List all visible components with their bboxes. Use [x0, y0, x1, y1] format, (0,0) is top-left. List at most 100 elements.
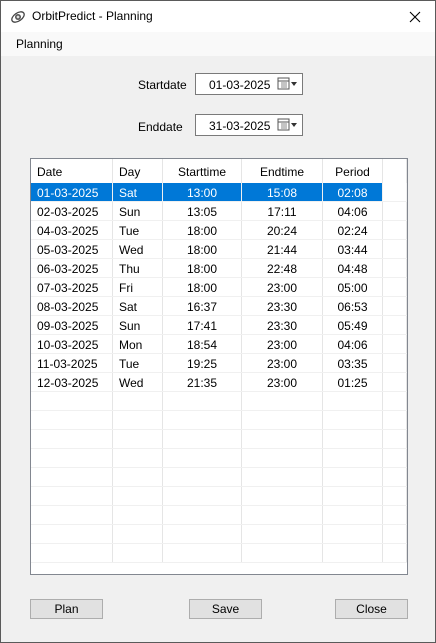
table-cell-text: 10-03-2025 [37, 338, 99, 352]
table-cell [113, 411, 163, 429]
table-cell-text: 13:00 [186, 186, 218, 200]
column-header: Endtime [242, 159, 323, 183]
table-cell: 02-03-2025 [31, 202, 113, 220]
table-cell: 16:37 [163, 297, 242, 315]
table-cell [242, 506, 323, 524]
table-cell-text: 06-03-2025 [37, 262, 99, 276]
planning-window: OrbitPredict - Planning Planning Startda… [0, 0, 436, 643]
table-cell [242, 449, 323, 467]
calendar-dropdown-icon[interactable] [277, 77, 299, 91]
table-cell-text: 08-03-2025 [37, 300, 99, 314]
table-cell: Tue [113, 221, 163, 239]
table-cell [383, 392, 407, 410]
table-cell [163, 449, 242, 467]
table-cell [163, 430, 242, 448]
table-cell-text: 02-03-2025 [37, 205, 99, 219]
table-cell: 23:30 [242, 316, 323, 334]
save-button[interactable]: Save [189, 599, 262, 619]
table-cell-text: Sun [119, 205, 141, 219]
table-row[interactable]: 12-03-2025 Wed 21:35 23:00 01:25 [31, 373, 407, 392]
table-cell: 04-03-2025 [31, 221, 113, 239]
table-row[interactable]: 05-03-2025 Wed 18:00 21:44 03:44 [31, 240, 407, 259]
table-cell: 13:05 [163, 202, 242, 220]
table-cell [31, 487, 113, 505]
title-bar[interactable]: OrbitPredict - Planning [1, 1, 435, 32]
table-cell [323, 506, 383, 524]
table-cell [31, 430, 113, 448]
header-filler [383, 159, 407, 183]
plan-button[interactable]: Plan [30, 599, 103, 619]
table-row[interactable]: 10-03-2025 Mon 18:54 23:00 04:06 [31, 335, 407, 354]
calendar-dropdown-icon[interactable] [277, 118, 299, 132]
table-cell: 05:00 [323, 278, 383, 296]
table-cell: Sun [113, 316, 163, 334]
column-header-text: Starttime [177, 165, 226, 179]
table-cell-text: 19:25 [186, 357, 218, 371]
table-row[interactable]: 02-03-2025 Sun 13:05 17:11 04:06 [31, 202, 407, 221]
table-cell [113, 525, 163, 543]
table-row[interactable]: 04-03-2025 Tue 18:00 20:24 02:24 [31, 221, 407, 240]
planning-table[interactable]: Date Day Starttime Endtime Period 01-03-2025 S… [30, 158, 408, 575]
column-header-text: Day [119, 165, 141, 179]
enddate-label: Enddate [138, 120, 183, 134]
table-cell [383, 316, 407, 334]
table-cell [113, 487, 163, 505]
table-row[interactable]: 01-03-2025 Sat 13:00 15:08 02:08 [31, 183, 407, 202]
table-cell-text: 04:06 [337, 205, 368, 219]
table-cell [242, 468, 323, 486]
table-cell: 10-03-2025 [31, 335, 113, 353]
table-cell [113, 544, 163, 562]
menu-planning[interactable]: Planning [16, 37, 63, 51]
table-cell [383, 297, 407, 315]
table-cell-text: 11-03-2025 [37, 357, 98, 371]
table-cell-text: Wed [119, 376, 144, 390]
table-cell [163, 544, 242, 562]
table-cell: 03:44 [323, 240, 383, 258]
close-button[interactable]: Close [335, 599, 408, 619]
table-cell-text: 16:37 [186, 300, 218, 314]
column-header-text: Endtime [259, 165, 305, 179]
table-cell-text: 01:25 [337, 376, 368, 390]
table-row[interactable]: 07-03-2025 Fri 18:00 23:00 05:00 [31, 278, 407, 297]
close-icon [409, 11, 421, 22]
empty-row [31, 430, 407, 449]
table-cell-text: 23:00 [266, 376, 298, 390]
table-row[interactable]: 09-03-2025 Sun 17:41 23:30 05:49 [31, 316, 407, 335]
startdate-picker[interactable]: 01-03-2025 [195, 73, 303, 95]
table-cell-text: Sun [119, 319, 141, 333]
column-header: Day [113, 159, 163, 183]
table-cell-text: 05:00 [337, 281, 368, 295]
column-header: Period [323, 159, 383, 183]
table-row[interactable]: 11-03-2025 Tue 19:25 23:00 03:35 [31, 354, 407, 373]
table-cell [323, 430, 383, 448]
table-cell-text: Sat [119, 186, 138, 200]
table-cell: 21:44 [242, 240, 323, 258]
table-cell [113, 430, 163, 448]
table-cell [163, 468, 242, 486]
table-cell [113, 506, 163, 524]
table-row[interactable]: 06-03-2025 Thu 18:00 22:48 04:48 [31, 259, 407, 278]
table-cell [113, 468, 163, 486]
table-cell: 06:53 [323, 297, 383, 315]
table-cell [242, 392, 323, 410]
table-cell [383, 354, 407, 372]
table-cell [163, 506, 242, 524]
table-row[interactable]: 08-03-2025 Sat 16:37 23:30 06:53 [31, 297, 407, 316]
table-cell: 21:35 [163, 373, 242, 391]
close-window-button[interactable] [395, 1, 435, 32]
table-cell: 05-03-2025 [31, 240, 113, 258]
table-cell [242, 411, 323, 429]
table-cell: Mon [113, 335, 163, 353]
table-cell [242, 544, 323, 562]
table-cell-text: 18:00 [186, 281, 218, 295]
empty-row [31, 392, 407, 411]
enddate-picker[interactable]: 31-03-2025 [195, 114, 303, 136]
table-cell: 18:00 [163, 278, 242, 296]
table-cell-text: 05-03-2025 [37, 243, 99, 257]
table-cell [383, 430, 407, 448]
table-cell: 20:24 [242, 221, 323, 239]
menu-bar: Planning [1, 32, 435, 56]
table-cell [323, 449, 383, 467]
table-cell-text: Mon [119, 338, 143, 352]
table-cell: 02:24 [323, 221, 383, 239]
